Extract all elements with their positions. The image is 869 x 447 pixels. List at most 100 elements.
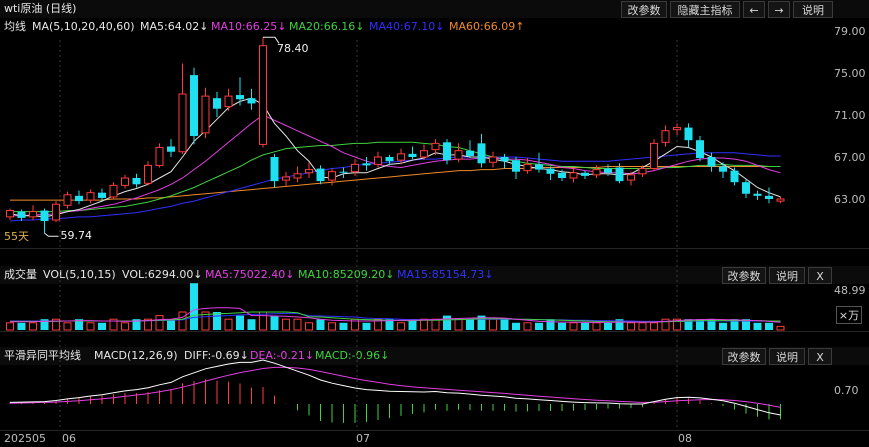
candle-body xyxy=(500,157,509,162)
candle-body xyxy=(52,203,60,221)
volume-bar xyxy=(535,322,543,330)
candle-body xyxy=(351,163,359,173)
candle-body xyxy=(178,93,187,153)
days-counter-label: 55天 xyxy=(4,230,29,243)
candle-body xyxy=(247,98,256,104)
high-price-label: 78.40 xyxy=(277,42,309,56)
candle-body xyxy=(316,168,325,182)
candle-body xyxy=(627,174,635,181)
candle-body xyxy=(477,143,486,164)
candle-body xyxy=(98,192,106,198)
candle-body xyxy=(466,150,474,156)
volume-bar xyxy=(650,322,658,331)
volume-bar xyxy=(224,318,233,331)
ma10-line xyxy=(10,114,781,217)
candle-body xyxy=(213,98,221,109)
candle-body xyxy=(742,182,750,194)
volume-bar xyxy=(305,322,313,331)
volume-bar xyxy=(293,318,302,331)
candle-body xyxy=(546,168,555,174)
candle-body xyxy=(638,168,647,175)
candle-body xyxy=(190,75,198,136)
candle-body xyxy=(776,198,785,202)
candle-body xyxy=(558,172,566,178)
candle-body xyxy=(765,195,773,199)
candle-body xyxy=(650,142,658,170)
candle-body xyxy=(167,146,175,152)
candle-body xyxy=(489,156,497,163)
candle-body xyxy=(443,142,451,161)
candle-body xyxy=(155,147,164,166)
candle-body xyxy=(362,163,371,166)
candle-body xyxy=(293,173,302,179)
volume-bar xyxy=(17,322,26,330)
candle-body xyxy=(512,160,520,172)
volume-bar xyxy=(6,322,14,331)
candle-body xyxy=(374,156,382,165)
candle-body xyxy=(86,192,95,201)
volume-bar xyxy=(569,322,578,331)
ma40-line xyxy=(9,152,781,222)
candle-body xyxy=(454,150,463,160)
candle-body xyxy=(63,194,72,206)
candle-body xyxy=(719,166,727,172)
volume-bar xyxy=(500,319,509,330)
volume-bar xyxy=(362,322,371,330)
volume-bar xyxy=(638,322,647,331)
candle-body xyxy=(707,157,716,167)
candle-body xyxy=(75,195,83,202)
volume-bar xyxy=(443,315,451,330)
volume-bar xyxy=(592,322,601,331)
volume-bar xyxy=(753,322,762,330)
volume-bar xyxy=(213,312,221,330)
low-marker-line xyxy=(44,232,59,237)
candle-body xyxy=(615,167,624,182)
candle-body xyxy=(121,177,129,186)
volume-bar xyxy=(627,322,635,331)
volume-bar xyxy=(155,315,164,331)
candle-body xyxy=(753,193,762,196)
candle-body xyxy=(339,171,348,173)
candle-body xyxy=(604,168,612,173)
candle-body xyxy=(201,95,210,134)
volume-bar xyxy=(86,322,95,331)
macd-diff-line xyxy=(9,359,781,416)
volume-bar xyxy=(765,322,773,330)
kline-chart[interactable] xyxy=(0,0,869,447)
candle-body xyxy=(696,140,704,159)
candle-body xyxy=(581,172,589,176)
candle-body xyxy=(684,127,693,141)
volume-bar xyxy=(328,322,336,331)
candle-body xyxy=(236,95,244,100)
candle-body xyxy=(132,178,141,185)
candle-body xyxy=(328,171,336,181)
candle-body xyxy=(17,211,26,218)
volume-bar xyxy=(512,322,520,330)
candle-body xyxy=(523,163,532,172)
volume-bar xyxy=(431,318,440,331)
volume-bar xyxy=(190,283,198,330)
volume-bar xyxy=(397,322,405,331)
candle-body xyxy=(431,142,440,151)
volume-bar xyxy=(489,318,497,331)
volume-bar xyxy=(558,322,566,330)
candle-body xyxy=(385,157,394,162)
candle-body xyxy=(144,164,152,184)
low-price-label: 59.74 xyxy=(60,229,93,243)
candle-body xyxy=(270,157,279,182)
volume-bar xyxy=(466,319,474,330)
volume-bar xyxy=(236,315,244,330)
volume-bar xyxy=(63,322,72,331)
volume-bar xyxy=(581,322,589,330)
volume-bar xyxy=(178,311,187,331)
candle-body xyxy=(397,153,405,161)
volume-bar xyxy=(523,322,532,331)
candle-body xyxy=(661,130,670,143)
candle-body xyxy=(420,150,428,158)
volume-bar xyxy=(98,322,106,330)
volume-bar xyxy=(121,322,129,331)
volume-bar xyxy=(339,322,348,330)
candle-body xyxy=(40,210,49,222)
candle-body xyxy=(109,184,118,198)
candle-body xyxy=(224,95,233,108)
